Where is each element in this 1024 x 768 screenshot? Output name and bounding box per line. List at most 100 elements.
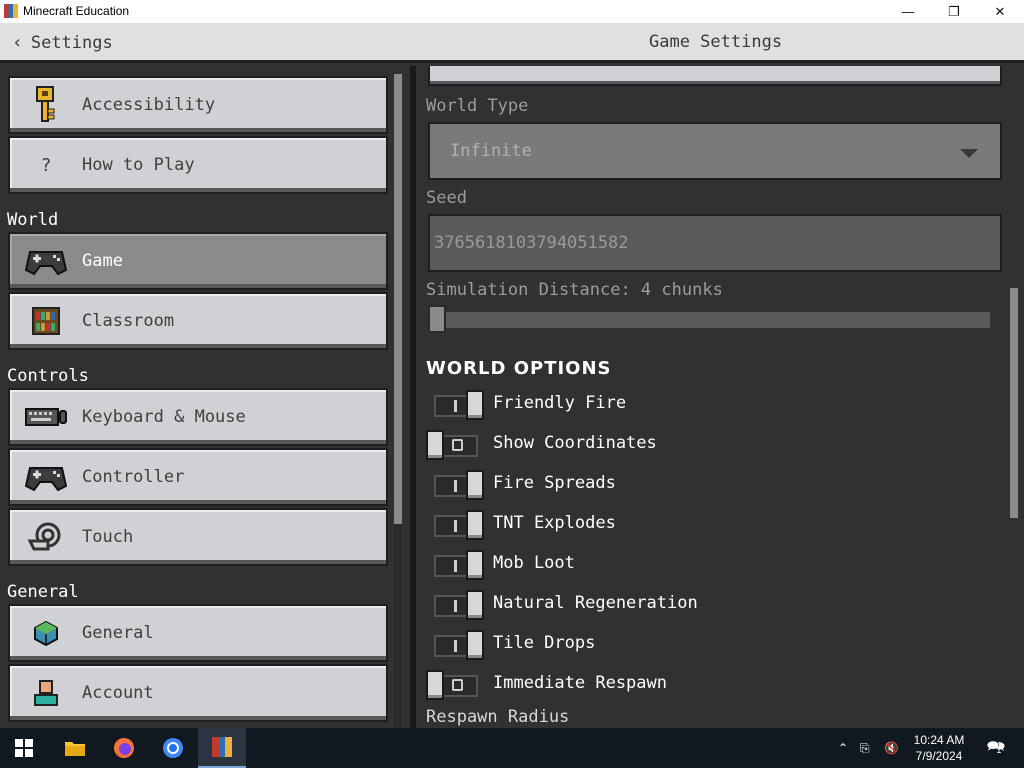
windows-taskbar: ⌃ ⎘ 🔇 10:24 AM 7/9/2024 🗪 1 (0, 728, 1024, 768)
section-heading-world: World (7, 210, 59, 230)
chevron-down-icon (960, 149, 978, 158)
chrome-icon (163, 738, 183, 758)
keyboard-icon (24, 402, 68, 432)
sidebar-item-game[interactable]: Game (8, 232, 388, 290)
maximize-button[interactable]: ❐ (931, 0, 977, 23)
sidebar-item-classroom[interactable]: Classroom (8, 292, 388, 350)
close-button[interactable]: ✕ (977, 0, 1023, 23)
chevron-left-icon: ‹ (12, 32, 23, 53)
toggle-on-indicator-icon (454, 480, 457, 492)
clock-time: 10:24 AM (913, 733, 965, 747)
sidebar-scrollbar[interactable] (394, 74, 402, 524)
toggle-switch[interactable] (426, 470, 484, 500)
sidebar-item-controller[interactable]: Controller (8, 448, 388, 506)
section-heading-controls: Controls (7, 366, 89, 386)
key-icon (24, 86, 68, 122)
seed-field[interactable]: 3765618103794051582 (428, 214, 1002, 272)
back-button[interactable]: ‹ Settings (12, 32, 113, 53)
sidebar-item-label: General (82, 623, 154, 643)
chevron-up-icon: ⌃ (838, 741, 849, 755)
option-label: Show Coordinates (493, 433, 657, 453)
sidebar-item-how-to-play[interactable]: ? How to Play (8, 136, 388, 194)
account-icon (24, 678, 68, 708)
toggle-on-indicator-icon (454, 520, 457, 532)
seed-value: 3765618103794051582 (434, 233, 629, 253)
touch-icon (24, 522, 68, 552)
option-show-coordinates[interactable]: Show Coordinates (426, 430, 986, 462)
chrome-taskbar-button[interactable] (149, 728, 197, 768)
toggle-switch[interactable] (426, 550, 484, 580)
toggle-on-indicator-icon (454, 400, 457, 412)
settings-header: ‹ Settings Game Settings (0, 23, 1024, 63)
option-label: TNT Explodes (493, 513, 616, 533)
slider-thumb[interactable] (428, 305, 446, 333)
section-heading-general: General (7, 582, 79, 602)
firefox-taskbar-button[interactable] (100, 728, 148, 768)
toggle-off-indicator-icon (452, 439, 463, 451)
respawn-radius-label: Respawn Radius (426, 707, 570, 727)
minecraft-app-icon (4, 4, 18, 18)
sidebar-item-general[interactable]: General (8, 604, 388, 662)
minimize-button[interactable]: — (885, 0, 931, 23)
option-label: Tile Drops (493, 633, 596, 653)
toggle-switch[interactable] (426, 630, 484, 660)
globe-cube-icon (24, 618, 68, 648)
minecraft-taskbar-button[interactable] (198, 728, 246, 768)
partially-hidden-control[interactable] (428, 66, 1002, 86)
show-hidden-icons-button[interactable]: ⌃ (838, 728, 856, 768)
page-title: Game Settings (649, 32, 783, 52)
window-titlebar: Minecraft Education — ❐ ✕ (0, 0, 1024, 23)
toggle-on-indicator-icon (454, 600, 457, 612)
option-tnt-explodes[interactable]: TNT Explodes (426, 510, 986, 542)
option-immediate-respawn[interactable]: Immediate Respawn (426, 670, 986, 702)
sidebar-item-label: Touch (82, 527, 134, 547)
windows-logo-icon (15, 739, 33, 757)
minecraft-education-icon (212, 737, 232, 757)
toggle-off-indicator-icon (452, 679, 463, 691)
world-type-dropdown[interactable]: Infinite (428, 122, 1002, 180)
firefox-icon (114, 738, 134, 758)
option-mob-loot[interactable]: Mob Loot (426, 550, 986, 582)
sidebar-item-label: Controller (82, 467, 185, 487)
sidebar-item-accessibility[interactable]: Accessibility (8, 76, 388, 134)
option-tile-drops[interactable]: Tile Drops (426, 630, 986, 662)
toggle-on-indicator-icon (454, 560, 457, 572)
network-icon[interactable]: ⎘ (860, 728, 880, 768)
sidebar-item-keyboard-mouse[interactable]: Keyboard & Mouse (8, 388, 388, 446)
notification-center-button[interactable]: 🗪 1 (982, 728, 1006, 768)
sidebar-item-account[interactable]: Account (8, 664, 388, 722)
option-label: Fire Spreads (493, 473, 616, 493)
toggle-on-indicator-icon (454, 640, 457, 652)
bookshelf-icon (24, 306, 68, 336)
toggle-switch[interactable] (426, 430, 482, 460)
option-label: Mob Loot (493, 553, 575, 573)
option-label: Immediate Respawn (493, 673, 667, 693)
toggle-switch[interactable] (426, 390, 484, 420)
option-fire-spreads[interactable]: Fire Spreads (426, 470, 986, 502)
folder-icon (65, 742, 85, 756)
taskbar-clock[interactable]: 10:24 AM 7/9/2024 (900, 732, 978, 764)
world-type-label: World Type (426, 96, 529, 116)
back-label: Settings (30, 32, 113, 53)
clock-date: 7/9/2024 (915, 749, 963, 763)
toggle-switch[interactable] (426, 510, 484, 540)
sidebar-item-touch[interactable]: Touch (8, 508, 388, 566)
option-label: Friendly Fire (493, 393, 627, 413)
start-button[interactable] (0, 728, 48, 768)
notification-count: 1 (996, 745, 1002, 755)
controller-icon (24, 462, 68, 492)
settings-sidebar: Accessibility ? How to Play World Game C… (0, 66, 410, 728)
world-options-heading: WORLD OPTIONS (426, 358, 612, 379)
option-label: Natural Regeneration (493, 593, 698, 613)
option-natural-regeneration[interactable]: Natural Regeneration (426, 590, 986, 622)
sidebar-item-label: How to Play (82, 155, 195, 175)
settings-scrollbar[interactable] (1010, 288, 1018, 518)
toggle-switch[interactable] (426, 670, 482, 700)
option-friendly-fire[interactable]: Friendly Fire (426, 390, 986, 422)
simulation-distance-slider[interactable] (428, 312, 990, 328)
sidebar-item-label: Account (82, 683, 154, 703)
file-explorer-taskbar-button[interactable] (51, 728, 99, 768)
simulation-distance-label: Simulation Distance: 4 chunks (426, 280, 723, 300)
toggle-switch[interactable] (426, 590, 484, 620)
world-type-value: Infinite (450, 141, 532, 161)
